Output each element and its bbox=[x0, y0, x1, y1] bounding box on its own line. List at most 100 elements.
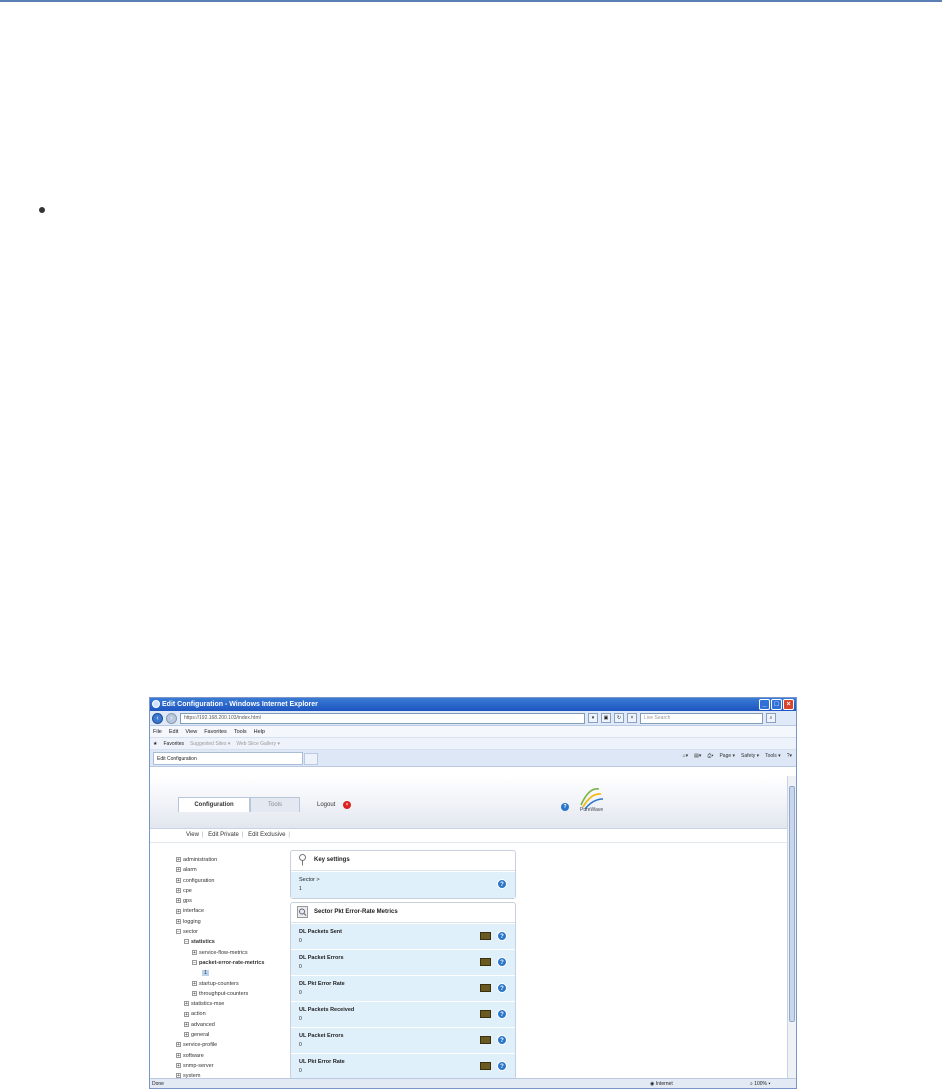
close-icon[interactable]: × bbox=[783, 699, 794, 710]
sector-link[interactable]: Sector > bbox=[299, 877, 320, 883]
tree-item[interactable]: − statistics bbox=[176, 937, 286, 947]
expand-icon[interactable]: + bbox=[184, 1032, 189, 1038]
minimize-icon[interactable]: _ bbox=[759, 699, 770, 710]
tree-item[interactable]: + alarm bbox=[176, 865, 286, 875]
tree-item[interactable]: + system bbox=[176, 1071, 286, 1078]
help-icon[interactable]: ?▾ bbox=[787, 753, 792, 759]
certificate-icon[interactable]: ▣ bbox=[601, 713, 611, 723]
zoom-level[interactable]: ⌕ 100% ▾ bbox=[750, 1079, 771, 1088]
menu-favorites[interactable]: Favorites bbox=[204, 729, 227, 735]
menu-tools[interactable]: Tools bbox=[234, 729, 247, 735]
edit-exclusive-link[interactable]: Edit Exclusive bbox=[248, 832, 285, 838]
expand-icon[interactable]: + bbox=[176, 887, 181, 893]
address-bar[interactable]: https://192.168.200.103/index.html bbox=[180, 712, 585, 724]
metrics-panel: Sector Pkt Error-Rate Metrics DL Packets… bbox=[290, 902, 516, 1078]
expand-icon[interactable]: + bbox=[192, 980, 197, 986]
tree-item[interactable]: + advanced bbox=[176, 1020, 286, 1030]
help-icon[interactable]: ? bbox=[497, 1061, 507, 1071]
tree-item[interactable]: + administration bbox=[176, 855, 286, 865]
vertical-scrollbar[interactable] bbox=[787, 776, 796, 1078]
menu-edit[interactable]: Edit bbox=[169, 729, 178, 735]
maximize-icon[interactable]: □ bbox=[771, 699, 782, 710]
tree-item[interactable]: + service-profile bbox=[176, 1040, 286, 1050]
tab-configuration[interactable]: Configuration bbox=[178, 797, 250, 812]
collapse-icon[interactable]: − bbox=[184, 939, 189, 945]
chart-icon[interactable] bbox=[480, 932, 491, 940]
expand-icon[interactable]: + bbox=[192, 990, 197, 996]
new-tab-button[interactable] bbox=[304, 753, 318, 765]
tree-item[interactable]: + startup-counters bbox=[176, 979, 286, 989]
expand-icon[interactable]: + bbox=[176, 1052, 181, 1058]
expand-icon[interactable]: + bbox=[176, 1062, 181, 1068]
home-icon[interactable]: ⌂▾ bbox=[683, 753, 689, 759]
help-icon[interactable]: ? bbox=[497, 983, 507, 993]
menu-view[interactable]: View bbox=[185, 729, 197, 735]
key-settings-row: Sector > 1 ? bbox=[291, 871, 515, 898]
expand-icon[interactable]: + bbox=[184, 1001, 189, 1007]
help-icon[interactable]: ? bbox=[561, 803, 569, 811]
help-icon[interactable]: ? bbox=[497, 957, 507, 967]
logout-icon[interactable]: × bbox=[343, 801, 351, 809]
logout-link[interactable]: Logout bbox=[317, 802, 335, 808]
tree-item[interactable]: + snmp-server bbox=[176, 1061, 286, 1071]
refresh-icon[interactable]: ↻ bbox=[614, 713, 624, 723]
expand-icon[interactable]: + bbox=[176, 1042, 181, 1048]
feeds-icon[interactable]: ▤▾ bbox=[694, 753, 701, 759]
browser-tab[interactable]: Edit Configuration bbox=[153, 752, 303, 765]
stop-icon[interactable]: × bbox=[627, 713, 637, 723]
expand-icon[interactable]: + bbox=[176, 857, 181, 863]
page-content: Configuration Tools Logout × ? PureWave … bbox=[150, 776, 787, 1078]
tree-item[interactable]: + cpe bbox=[176, 886, 286, 896]
help-icon[interactable]: ? bbox=[497, 879, 507, 889]
view-link[interactable]: View bbox=[186, 832, 199, 838]
collapse-icon[interactable]: − bbox=[192, 960, 197, 966]
favorites-button[interactable]: Favorites bbox=[163, 741, 184, 747]
edit-private-link[interactable]: Edit Private bbox=[208, 832, 239, 838]
scrollbar-thumb[interactable] bbox=[789, 786, 795, 1022]
back-icon[interactable]: ‹ bbox=[152, 712, 163, 724]
safety-menu[interactable]: Safety ▾ bbox=[741, 753, 759, 759]
tree-item[interactable]: − sector bbox=[176, 927, 286, 937]
search-icon[interactable]: ⌕ bbox=[766, 713, 776, 723]
tree-item[interactable]: + service-flow-metrics bbox=[176, 948, 286, 958]
tree-item[interactable]: + action bbox=[176, 1009, 286, 1019]
tree-item[interactable]: − packet-error-rate-metrics bbox=[176, 958, 286, 968]
tree-item[interactable]: + throughput-counters bbox=[176, 989, 286, 999]
tree-item[interactable]: + general bbox=[176, 1030, 286, 1040]
expand-icon[interactable]: + bbox=[176, 918, 181, 924]
expand-icon[interactable]: + bbox=[176, 908, 181, 914]
help-icon[interactable]: ? bbox=[497, 1035, 507, 1045]
collapse-icon[interactable]: − bbox=[176, 929, 181, 935]
page-menu[interactable]: Page ▾ bbox=[719, 753, 735, 759]
menu-help[interactable]: Help bbox=[254, 729, 265, 735]
expand-icon[interactable]: + bbox=[176, 877, 181, 883]
tree-item[interactable]: + logging bbox=[176, 917, 286, 927]
menu-file[interactable]: File bbox=[153, 729, 162, 735]
tree-item-selected[interactable]: 1 bbox=[176, 968, 286, 978]
help-icon[interactable]: ? bbox=[497, 931, 507, 941]
chart-icon[interactable] bbox=[480, 984, 491, 992]
expand-icon[interactable]: + bbox=[184, 1011, 189, 1017]
help-icon[interactable]: ? bbox=[497, 1009, 507, 1019]
chart-icon[interactable] bbox=[480, 1062, 491, 1070]
tree-item[interactable]: + software bbox=[176, 1051, 286, 1061]
print-icon[interactable]: ⎙▾ bbox=[707, 753, 713, 759]
expand-icon[interactable]: + bbox=[192, 949, 197, 955]
suggested-sites-link[interactable]: Suggested Sites ▾ bbox=[190, 741, 230, 747]
tree-item[interactable]: + interface bbox=[176, 906, 286, 916]
chart-icon[interactable] bbox=[480, 1036, 491, 1044]
tree-item[interactable]: + statistics-mse bbox=[176, 999, 286, 1009]
web-slice-gallery-link[interactable]: Web Slice Gallery ▾ bbox=[236, 741, 280, 747]
tab-tools[interactable]: Tools bbox=[250, 797, 300, 812]
expand-icon[interactable]: + bbox=[184, 1021, 189, 1027]
search-input[interactable]: Live Search bbox=[640, 712, 763, 724]
chart-icon[interactable] bbox=[480, 1010, 491, 1018]
tools-menu[interactable]: Tools ▾ bbox=[765, 753, 781, 759]
tree-item[interactable]: + gps bbox=[176, 896, 286, 906]
expand-icon[interactable]: + bbox=[176, 867, 181, 873]
dropdown-icon[interactable]: ▾ bbox=[588, 713, 598, 723]
expand-icon[interactable]: + bbox=[176, 898, 181, 904]
chart-icon[interactable] bbox=[480, 958, 491, 966]
tree-item[interactable]: + configuration bbox=[176, 876, 286, 886]
forward-icon[interactable]: › bbox=[166, 712, 177, 724]
